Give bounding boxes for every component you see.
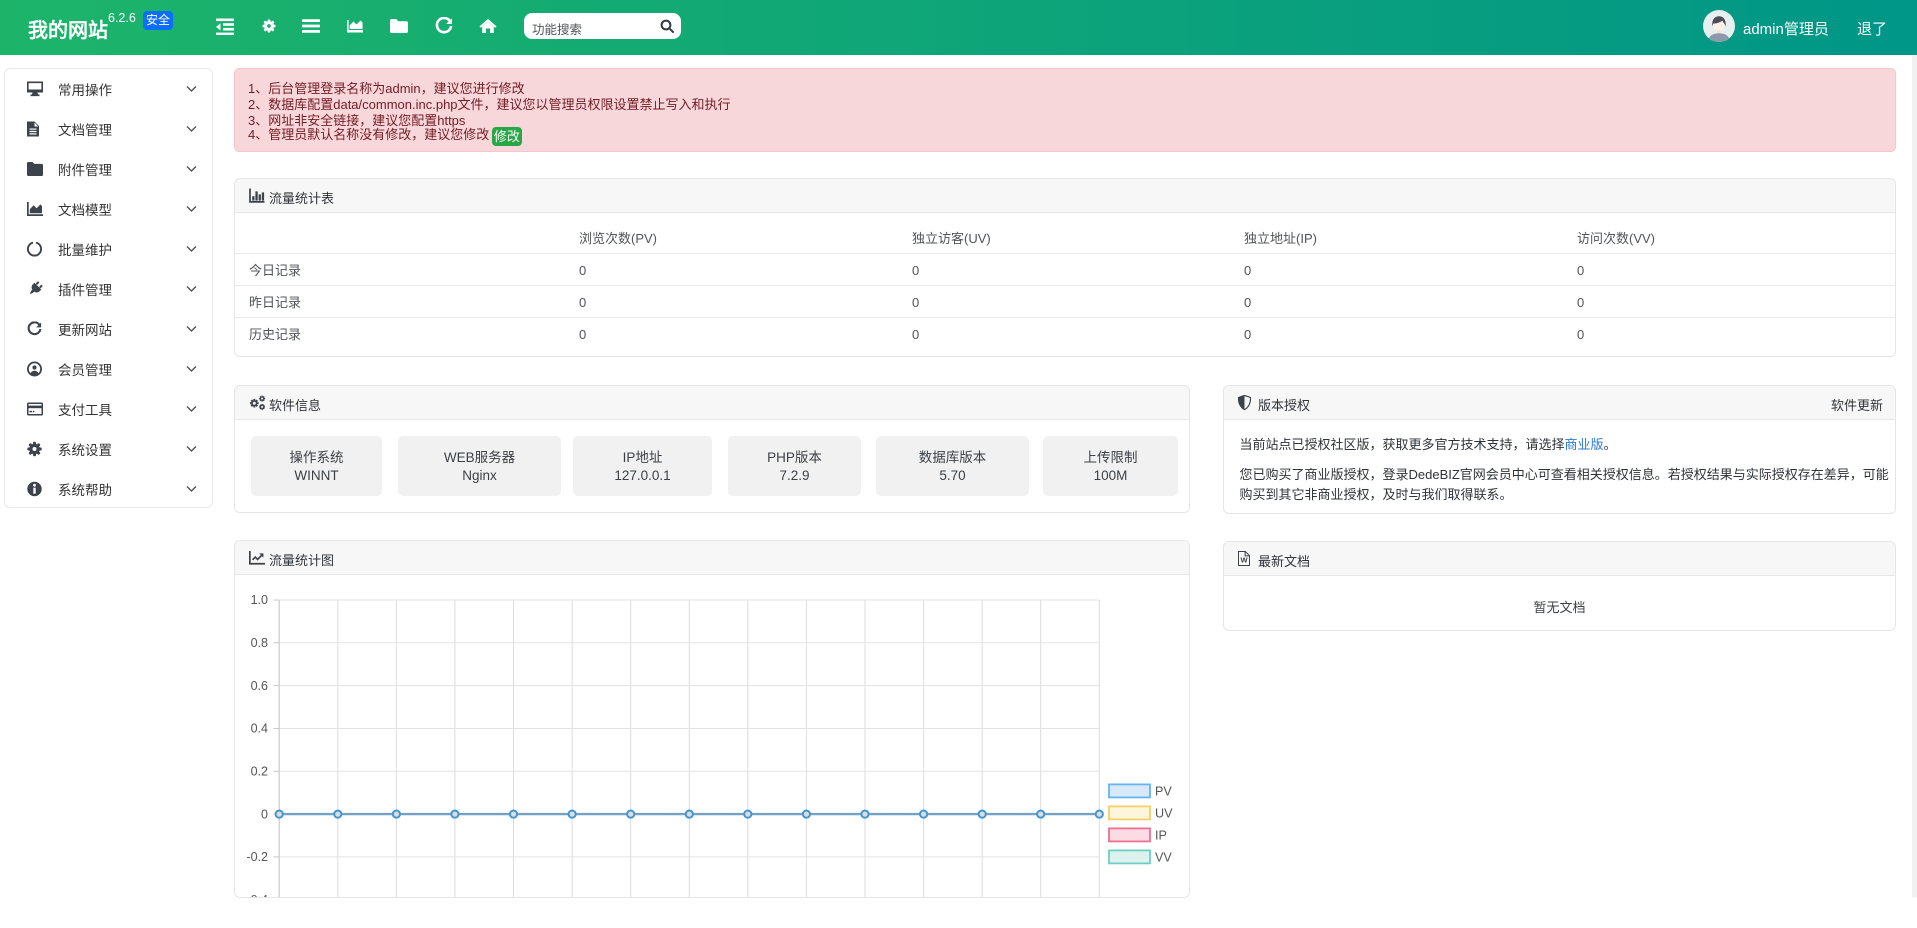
svg-text:0.6: 0.6 — [251, 679, 268, 693]
svg-text:0.8: 0.8 — [251, 636, 268, 650]
svg-text:0.2: 0.2 — [251, 765, 268, 779]
svg-text:0: 0 — [261, 807, 268, 821]
svg-text:PV: PV — [1155, 784, 1172, 798]
svg-text:-0.4: -0.4 — [246, 893, 268, 898]
svg-text:IP: IP — [1155, 828, 1167, 842]
svg-text:VV: VV — [1155, 850, 1172, 864]
svg-text:0.4: 0.4 — [251, 722, 268, 736]
svg-text:UV: UV — [1155, 806, 1173, 820]
svg-text:1.0: 1.0 — [251, 593, 268, 607]
svg-text:-0.2: -0.2 — [246, 850, 268, 864]
svg-text:W: W — [1240, 556, 1248, 565]
